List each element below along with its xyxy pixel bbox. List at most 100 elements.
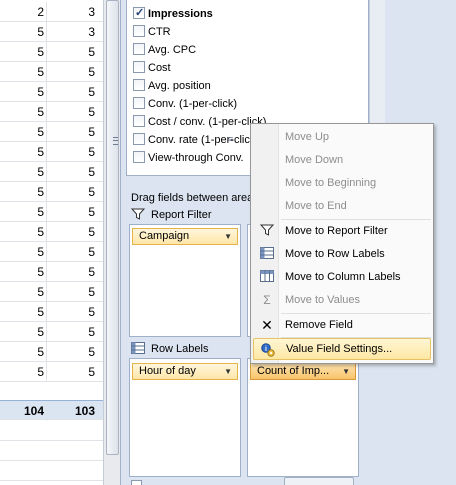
chevron-down-icon[interactable]: ▼ xyxy=(342,364,350,379)
field-item[interactable]: Cost / conv. (1-per-click) xyxy=(133,114,266,130)
empty-row[interactable] xyxy=(0,421,103,441)
row-labels-zone[interactable]: Hour of day ▼ xyxy=(129,358,241,477)
table-cell[interactable]: 5 xyxy=(48,222,100,242)
table-cell[interactable]: 5 xyxy=(0,282,47,302)
field-checkbox[interactable] xyxy=(133,61,145,73)
table-cell[interactable]: 5 xyxy=(0,322,47,342)
empty-row[interactable] xyxy=(0,441,103,461)
table-cell[interactable]: 5 xyxy=(0,302,47,322)
table-cell[interactable]: 5 xyxy=(0,102,47,122)
menu-move-to-values[interactable]: Σ Move to Values xyxy=(253,289,431,311)
table-cell[interactable]: 5 xyxy=(48,42,100,62)
menu-value-field-settings[interactable]: i Value Field Settings... xyxy=(253,338,431,360)
hour-chip-label: Hour of day xyxy=(139,365,196,377)
splitter-handle-icon[interactable]: ≡ xyxy=(228,134,238,144)
spreadsheet-grid[interactable]: 2 3 5 3 5 5 5 5 5 5 5 5 5 5 5 5 5 5 5 5 5 5 5 5 5 5 5 5 5 5 5 5 5 5 5 5 5 5 10… xyxy=(0,0,103,485)
table-cell[interactable]: 5 xyxy=(0,222,47,242)
table-cell[interactable]: 5 xyxy=(48,302,100,322)
field-checkbox[interactable] xyxy=(133,115,145,127)
table-cell[interactable]: 5 xyxy=(48,142,100,162)
chevron-down-icon[interactable]: ▼ xyxy=(224,364,232,379)
report-filter-zone[interactable]: Campaign ▼ xyxy=(129,224,241,337)
field-checkbox[interactable] xyxy=(133,25,145,37)
menu-move-values-label: Move to Values xyxy=(285,294,361,306)
menu-move-to-column-labels[interactable]: Move to Column Labels xyxy=(253,266,431,288)
row-labels-icon xyxy=(259,247,275,261)
field-checkbox[interactable] xyxy=(133,5,145,21)
field-checkbox[interactable] xyxy=(133,43,145,55)
table-cell[interactable]: 5 xyxy=(0,122,47,142)
menu-remove-field[interactable]: ✕ Remove Field xyxy=(253,314,431,336)
table-cell[interactable]: 5 xyxy=(0,62,47,82)
menu-move-down[interactable]: Move Down xyxy=(253,149,431,171)
report-filter-label: Report Filter xyxy=(151,209,212,221)
field-checkbox[interactable] xyxy=(133,133,145,145)
total-cell[interactable]: 104 xyxy=(0,401,47,421)
field-item[interactable]: Conv. (1-per-click) xyxy=(133,96,237,112)
table-cell[interactable]: 5 xyxy=(0,22,47,42)
table-cell[interactable]: 5 xyxy=(0,202,47,222)
table-cell[interactable]: 5 xyxy=(0,42,47,62)
menu-move-to-report-filter[interactable]: Move to Report Filter xyxy=(253,220,431,242)
scrollbar-thumb[interactable] xyxy=(106,0,119,455)
menu-move-column-labels-label: Move to Column Labels xyxy=(285,271,401,283)
field-item[interactable]: Avg. position xyxy=(133,78,211,94)
field-checkbox[interactable] xyxy=(133,97,145,109)
field-item[interactable]: Conv. rate (1-per-click) xyxy=(133,132,259,148)
table-cell[interactable]: 5 xyxy=(48,122,100,142)
table-row: 55 xyxy=(0,82,103,102)
table-cell[interactable]: 5 xyxy=(48,282,100,302)
table-cell[interactable]: 5 xyxy=(48,82,100,102)
table-cell[interactable]: 5 xyxy=(48,162,100,182)
table-cell[interactable]: 5 xyxy=(48,362,100,382)
table-cell[interactable]: 5 xyxy=(0,342,47,362)
table-cell[interactable]: 5 xyxy=(48,322,100,342)
field-label: Conv. rate (1-per-click) xyxy=(148,134,260,146)
table-cell[interactable]: 5 xyxy=(0,82,47,102)
table-cell[interactable]: 5 xyxy=(48,62,100,82)
table-row: 55 xyxy=(0,242,103,262)
total-cell[interactable]: 103 xyxy=(48,401,100,421)
field-item[interactable]: CTR xyxy=(133,24,171,40)
sheet-vertical-scrollbar[interactable] xyxy=(103,0,120,485)
value-chip-label: Count of Imp... xyxy=(257,365,330,377)
table-cell[interactable]: 5 xyxy=(48,202,100,222)
field-checkbox[interactable] xyxy=(133,151,145,163)
field-label: CTR xyxy=(148,26,171,38)
table-cell[interactable]: 5 xyxy=(48,342,100,362)
campaign-filter-chip[interactable]: Campaign ▼ xyxy=(132,228,238,245)
table-cell[interactable]: 5 xyxy=(48,262,100,282)
table-cell[interactable]: 5 xyxy=(48,102,100,122)
menu-move-to-beginning[interactable]: Move to Beginning xyxy=(253,172,431,194)
field-item[interactable]: Cost xyxy=(133,60,171,76)
table-cell[interactable]: 5 xyxy=(0,362,47,382)
field-checkbox[interactable] xyxy=(133,79,145,91)
table-cell[interactable]: 5 xyxy=(0,242,47,262)
table-cell[interactable]: 5 xyxy=(0,142,47,162)
table-cell[interactable]: 3 xyxy=(48,22,100,42)
menu-move-to-end[interactable]: Move to End xyxy=(253,195,431,217)
menu-move-to-row-labels[interactable]: Move to Row Labels xyxy=(253,243,431,265)
defer-layout-update-checkbox[interactable] xyxy=(131,480,142,485)
table-cell[interactable]: 5 xyxy=(48,182,100,202)
table-cell[interactable]: 5 xyxy=(0,182,47,202)
chevron-down-icon[interactable]: ▼ xyxy=(224,229,232,244)
table-cell[interactable]: 5 xyxy=(0,262,47,282)
table-cell[interactable]: 2 xyxy=(0,2,47,22)
campaign-chip-label: Campaign xyxy=(139,230,190,242)
menu-move-up[interactable]: Move Up xyxy=(253,126,431,148)
hour-of-day-chip[interactable]: Hour of day ▼ xyxy=(132,363,238,380)
field-item[interactable]: View-through Conv. xyxy=(133,150,244,166)
values-zone[interactable]: Count of Imp... ▼ xyxy=(247,358,359,477)
empty-row[interactable] xyxy=(0,461,103,481)
count-of-impressions-chip[interactable]: Count of Imp... ▼ xyxy=(250,363,356,380)
filter-icon xyxy=(259,224,275,238)
field-item[interactable]: Avg. CPC xyxy=(133,42,196,58)
table-cell[interactable]: 3 xyxy=(48,2,100,22)
update-button[interactable] xyxy=(284,477,354,485)
field-item[interactable]: Impressions xyxy=(133,5,213,22)
table-cell[interactable]: 5 xyxy=(0,162,47,182)
field-context-menu: Move Up Move Down Move to Beginning Move… xyxy=(250,123,434,364)
table-cell[interactable]: 5 xyxy=(48,242,100,262)
table-row: 55 xyxy=(0,262,103,282)
